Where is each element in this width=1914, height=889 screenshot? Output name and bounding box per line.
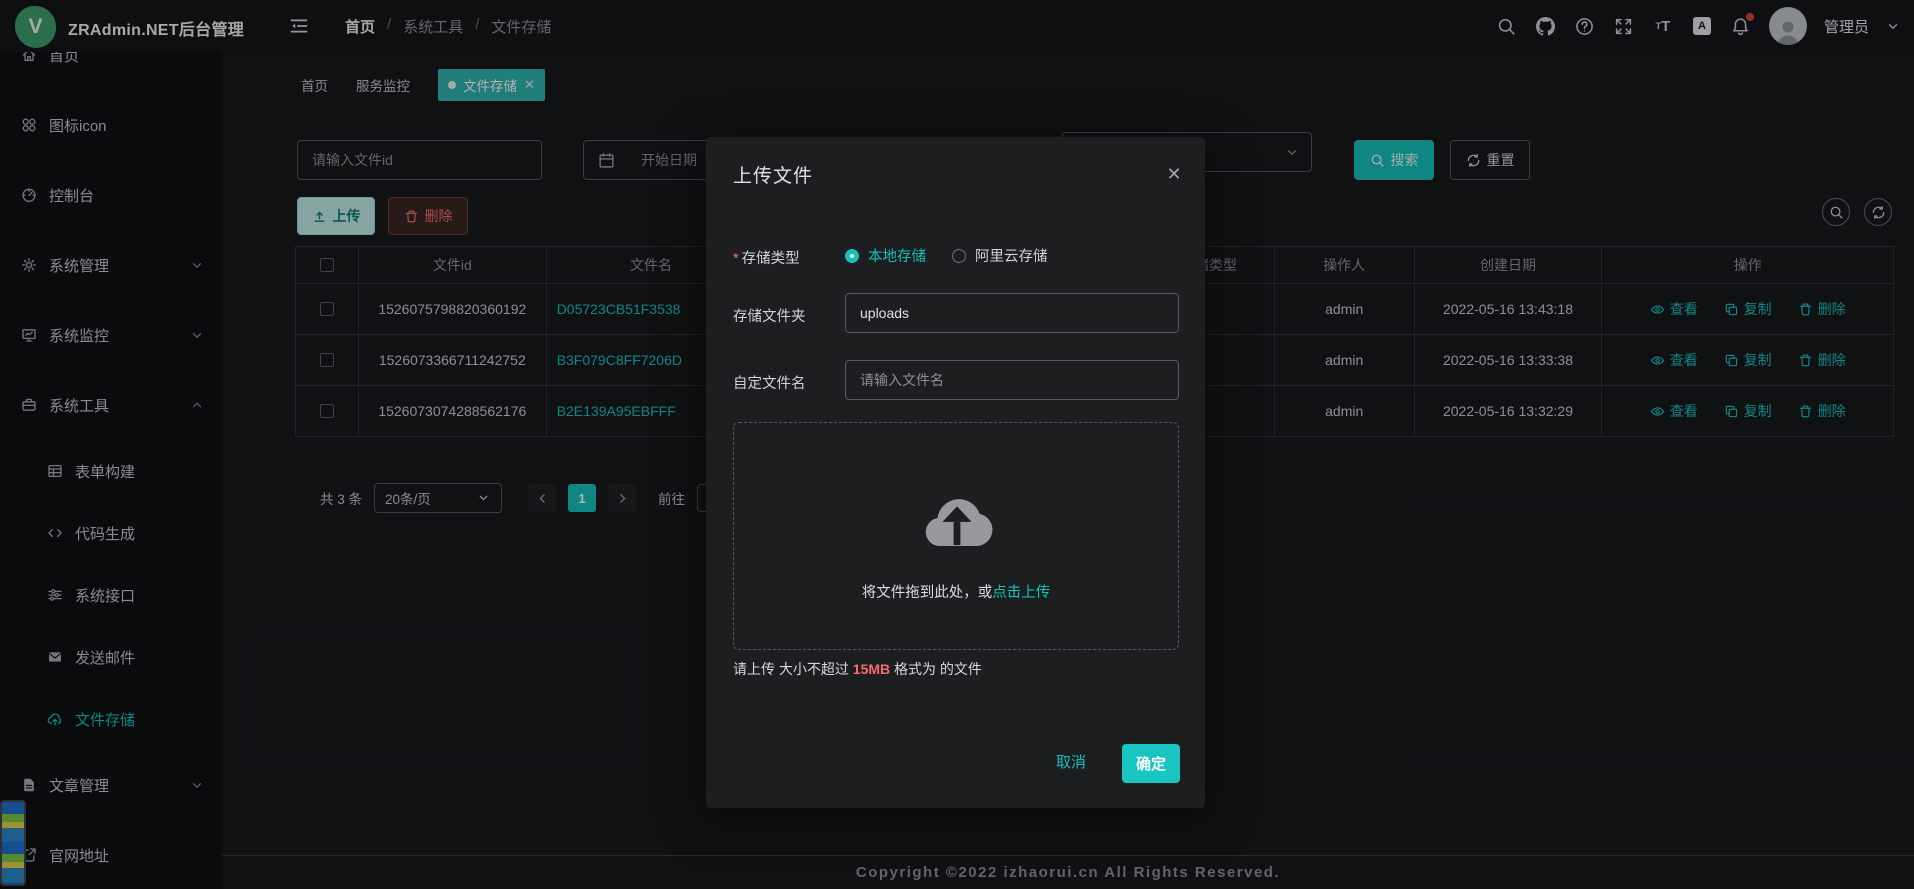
app-root: 首页图标icon控制台系统管理系统监控系统工具表单构建代码生成系统接口发送邮件文… bbox=[0, 0, 1914, 889]
upload-dropzone[interactable]: 将文件拖到此处，或点击上传 bbox=[733, 422, 1179, 650]
storage-type-label: *存储类型 bbox=[733, 247, 800, 268]
filename-label: 自定文件名 bbox=[733, 372, 806, 393]
upload-tip: 请上传 大小不超过 15MB 格式为 的文件 bbox=[733, 659, 982, 679]
confirm-button[interactable]: 确定 bbox=[1122, 744, 1180, 783]
dialog-title: 上传文件 bbox=[733, 161, 813, 188]
dropzone-text: 将文件拖到此处，或点击上传 bbox=[734, 581, 1178, 602]
folder-label: 存储文件夹 bbox=[733, 305, 806, 326]
close-icon[interactable]: ✕ bbox=[1165, 165, 1183, 183]
upload-dialog: 上传文件 ✕ *存储类型 本地存储 阿里云存储 存储文件夹 自定文件名 将文件拖到… bbox=[706, 137, 1205, 808]
radio-icon bbox=[952, 249, 966, 263]
storage-type-radio-group: 本地存储 阿里云存储 bbox=[845, 245, 1074, 266]
folder-input[interactable] bbox=[845, 293, 1179, 333]
size-limit: 15MB bbox=[853, 661, 890, 677]
radio-本地存储[interactable]: 本地存储 bbox=[845, 245, 926, 266]
radio-阿里云存储[interactable]: 阿里云存储 bbox=[952, 245, 1048, 266]
cancel-button[interactable]: 取消 bbox=[1056, 751, 1086, 772]
click-upload-link[interactable]: 点击上传 bbox=[992, 585, 1050, 601]
radio-icon bbox=[845, 249, 859, 263]
filename-input[interactable] bbox=[845, 360, 1179, 400]
required-star: * bbox=[733, 251, 739, 267]
cloud-upload-icon bbox=[915, 487, 999, 547]
